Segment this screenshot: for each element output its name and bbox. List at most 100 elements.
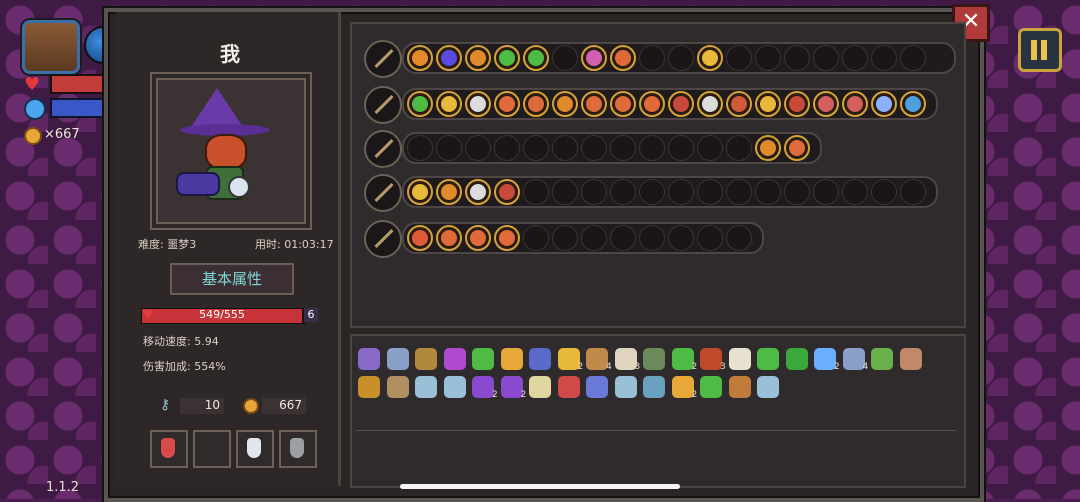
spell-slot-empty[interactable] — [784, 179, 810, 205]
spell-slot-empty[interactable] — [726, 45, 752, 71]
spell-slot-filled[interactable] — [465, 179, 491, 205]
spell-slot-filled[interactable] — [668, 91, 694, 117]
wand-icon[interactable] — [364, 86, 402, 124]
spell-slot-empty[interactable] — [900, 179, 926, 205]
spell-slot-empty[interactable] — [523, 225, 549, 251]
spell-slot-filled[interactable] — [436, 225, 462, 251]
spell-slot-filled[interactable] — [436, 91, 462, 117]
spell-slot-empty[interactable] — [639, 225, 665, 251]
spell-slot-filled[interactable] — [697, 45, 723, 71]
spell-slot-empty[interactable] — [900, 45, 926, 71]
spell-slot-filled[interactable] — [581, 91, 607, 117]
bag-item[interactable] — [728, 348, 751, 370]
spell-slot-filled[interactable] — [494, 45, 520, 71]
spell-slot-empty[interactable] — [610, 135, 636, 161]
spell-slot-empty[interactable] — [726, 179, 752, 205]
bag-item[interactable] — [757, 376, 779, 398]
consumable-slot[interactable] — [236, 430, 274, 468]
spell-slot-filled[interactable] — [494, 225, 520, 251]
spell-slot-filled[interactable] — [407, 225, 433, 251]
spell-slot-filled[interactable] — [784, 91, 810, 117]
spell-slot-empty[interactable] — [639, 135, 665, 161]
spell-slot-empty[interactable] — [668, 45, 694, 71]
spell-slot-empty[interactable] — [668, 179, 694, 205]
bag-item[interactable] — [500, 376, 523, 398]
bag-item[interactable] — [871, 348, 893, 370]
spell-slot-filled[interactable] — [436, 179, 462, 205]
spell-slot-empty[interactable] — [494, 135, 520, 161]
spell-slot-filled[interactable] — [552, 91, 578, 117]
spell-slot-empty[interactable] — [755, 179, 781, 205]
spell-slot-filled[interactable] — [842, 91, 868, 117]
spell-slot-empty[interactable] — [639, 45, 665, 71]
spell-slot-empty[interactable] — [784, 45, 810, 71]
spell-slot-empty[interactable] — [697, 135, 723, 161]
spell-slot-empty[interactable] — [668, 135, 694, 161]
spell-slot-empty[interactable] — [813, 45, 839, 71]
bag-item[interactable] — [700, 348, 722, 370]
spell-slot-empty[interactable] — [552, 225, 578, 251]
wand-icon[interactable] — [364, 174, 402, 212]
spell-slot-empty[interactable] — [610, 179, 636, 205]
consumable-slot[interactable] — [279, 430, 317, 468]
bag-item[interactable] — [443, 376, 466, 398]
spell-slot-empty[interactable] — [465, 135, 491, 161]
spell-slot-filled[interactable] — [639, 91, 665, 117]
bag-item[interactable] — [358, 348, 380, 370]
spell-slot-filled[interactable] — [465, 225, 491, 251]
spell-slot-empty[interactable] — [610, 225, 636, 251]
spell-slot-empty[interactable] — [581, 225, 607, 251]
spell-slot-filled[interactable] — [465, 91, 491, 117]
bag-item[interactable] — [557, 376, 580, 398]
spell-slot-filled[interactable] — [813, 91, 839, 117]
spell-slot-empty[interactable] — [523, 135, 549, 161]
bag-item[interactable] — [472, 376, 494, 398]
spell-slot-empty[interactable] — [842, 179, 868, 205]
spell-slot-filled[interactable] — [755, 135, 781, 161]
bag-item[interactable] — [814, 348, 836, 370]
spell-slot-filled[interactable] — [494, 91, 520, 117]
bag-item[interactable] — [386, 376, 409, 398]
bag-item[interactable] — [643, 348, 665, 370]
wand-icon[interactable] — [364, 220, 402, 258]
bag-item[interactable] — [700, 376, 722, 398]
spell-slot-empty[interactable] — [871, 179, 897, 205]
spell-slot-filled[interactable] — [784, 135, 810, 161]
spell-slot-filled[interactable] — [755, 91, 781, 117]
spell-slot-empty[interactable] — [639, 179, 665, 205]
spell-slot-filled[interactable] — [523, 91, 549, 117]
wand-icon[interactable] — [364, 40, 402, 78]
spell-slot-filled[interactable] — [436, 45, 462, 71]
spell-slot-empty[interactable] — [813, 179, 839, 205]
bag-item[interactable] — [443, 348, 466, 370]
spell-slot-empty[interactable] — [552, 135, 578, 161]
spell-slot-empty[interactable] — [552, 45, 578, 71]
bag-item[interactable] — [415, 348, 437, 370]
bag-item[interactable] — [614, 376, 637, 398]
bag-item[interactable] — [586, 348, 608, 370]
bag-item[interactable] — [842, 348, 865, 370]
bag-item[interactable] — [728, 376, 751, 398]
spell-slot-empty[interactable] — [581, 135, 607, 161]
consumable-slot[interactable] — [150, 430, 188, 468]
bag-item[interactable] — [472, 348, 494, 370]
backpack-icon[interactable] — [22, 20, 80, 74]
bag-item[interactable] — [757, 348, 779, 370]
spell-slot-filled[interactable] — [407, 91, 433, 117]
bag-item[interactable] — [557, 348, 580, 370]
spell-slot-empty[interactable] — [523, 179, 549, 205]
bag-item[interactable] — [899, 348, 922, 370]
bag-item[interactable] — [529, 348, 551, 370]
bag-item[interactable] — [643, 376, 665, 398]
spell-slot-empty[interactable] — [726, 135, 752, 161]
spell-slot-empty[interactable] — [871, 45, 897, 71]
bag-item[interactable] — [500, 348, 523, 370]
spell-slot-empty[interactable] — [407, 135, 433, 161]
spell-slot-filled[interactable] — [610, 91, 636, 117]
spell-slot-empty[interactable] — [697, 179, 723, 205]
pause-button[interactable] — [1018, 28, 1062, 72]
spell-slot-empty[interactable] — [552, 179, 578, 205]
spell-slot-filled[interactable] — [610, 45, 636, 71]
spell-slot-filled[interactable] — [581, 45, 607, 71]
spell-slot-empty[interactable] — [842, 45, 868, 71]
